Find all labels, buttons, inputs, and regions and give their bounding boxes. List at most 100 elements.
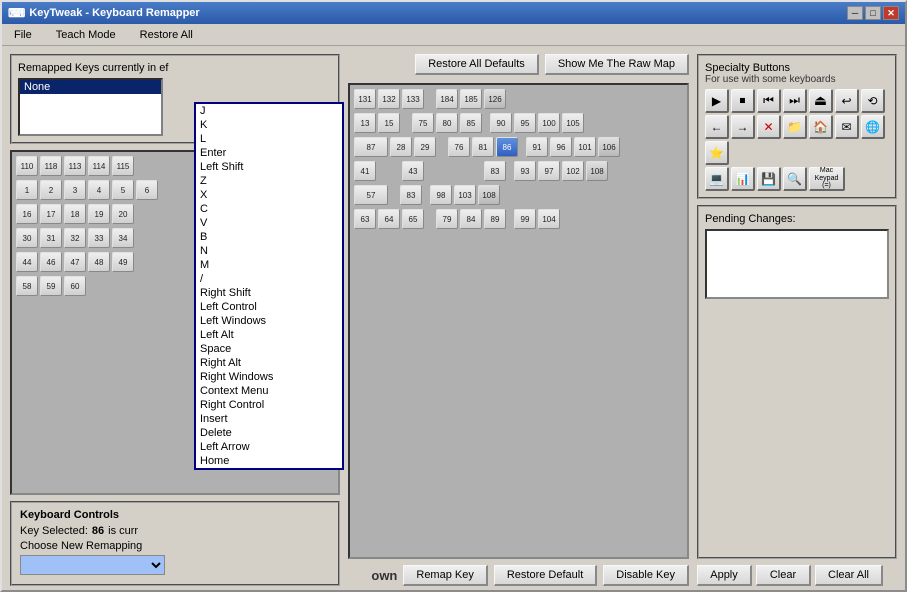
restore-all-defaults-button[interactable]: Restore All Defaults xyxy=(415,54,539,75)
key-81[interactable]: 81 xyxy=(472,137,494,157)
key-46[interactable]: 46 xyxy=(40,252,62,272)
dropdown-item-j[interactable]: J xyxy=(196,104,342,118)
key-15[interactable]: 15 xyxy=(378,113,400,133)
specialty-icon-right[interactable]: → xyxy=(731,115,755,139)
dropdown-item-k[interactable]: K xyxy=(196,118,342,132)
specialty-icon-left[interactable]: ← xyxy=(705,115,729,139)
apply-button[interactable]: Apply xyxy=(697,565,752,586)
show-raw-map-button[interactable]: Show Me The Raw Map xyxy=(545,54,689,75)
clear-button[interactable]: Clear xyxy=(756,565,811,586)
specialty-icon-fav[interactable]: ⭐ xyxy=(705,141,729,165)
key-90[interactable]: 90 xyxy=(490,113,512,133)
dropdown-item-n[interactable]: N xyxy=(196,244,342,258)
key-79[interactable]: 79 xyxy=(436,209,458,229)
key-43[interactable]: 43 xyxy=(402,161,424,181)
key-58[interactable]: 58 xyxy=(16,276,38,296)
key-83b[interactable]: 83 xyxy=(400,185,422,205)
key-115[interactable]: 115 xyxy=(112,156,134,176)
key-106[interactable]: 106 xyxy=(598,137,620,157)
dropdown-item-context-menu[interactable]: Context Menu xyxy=(196,384,342,398)
key-18[interactable]: 18 xyxy=(64,204,86,224)
dropdown-item-m[interactable]: M xyxy=(196,258,342,272)
key-2[interactable]: 2 xyxy=(40,180,62,200)
key-49[interactable]: 49 xyxy=(112,252,134,272)
key-19[interactable]: 19 xyxy=(88,204,110,224)
restore-default-button[interactable]: Restore Default xyxy=(494,565,597,586)
key-101[interactable]: 101 xyxy=(574,137,596,157)
key-5[interactable]: 5 xyxy=(112,180,134,200)
specialty-icon-mail[interactable]: ✉ xyxy=(835,115,859,139)
key-17[interactable]: 17 xyxy=(40,204,62,224)
key-4[interactable]: 4 xyxy=(88,180,110,200)
specialty-icon-folder[interactable]: 📁 xyxy=(783,115,807,139)
disable-key-button[interactable]: Disable Key xyxy=(603,565,689,586)
remapped-keys-listbox[interactable]: None xyxy=(18,78,163,136)
key-118[interactable]: 118 xyxy=(40,156,62,176)
key-114[interactable]: 114 xyxy=(88,156,110,176)
key-85[interactable]: 85 xyxy=(460,113,482,133)
key-75[interactable]: 75 xyxy=(412,113,434,133)
dropdown-item-b[interactable]: B xyxy=(196,230,342,244)
key-6[interactable]: 6 xyxy=(136,180,158,200)
key-80[interactable]: 80 xyxy=(436,113,458,133)
specialty-icon-home[interactable]: 🏠 xyxy=(809,115,833,139)
choose-remapping-select[interactable] xyxy=(20,555,165,575)
key-102[interactable]: 102 xyxy=(562,161,584,181)
key-30[interactable]: 30 xyxy=(16,228,38,248)
dropdown-item-left-shift[interactable]: Left Shift xyxy=(196,160,342,174)
menu-teach-mode[interactable]: Teach Mode xyxy=(48,27,124,43)
key-48[interactable]: 48 xyxy=(88,252,110,272)
key-47[interactable]: 47 xyxy=(64,252,86,272)
key-13[interactable]: 13 xyxy=(354,113,376,133)
dropdown-item-left-alt[interactable]: Left Alt xyxy=(196,328,342,342)
dropdown-item-left-arrow[interactable]: Left Arrow xyxy=(196,440,342,454)
key-33[interactable]: 33 xyxy=(88,228,110,248)
clear-all-button[interactable]: Clear All xyxy=(815,565,883,586)
key-76[interactable]: 76 xyxy=(448,137,470,157)
dropdown-item-insert[interactable]: Insert xyxy=(196,412,342,426)
specialty-icon-stop[interactable]: ⏹ xyxy=(731,89,755,113)
key-108b[interactable]: 108 xyxy=(478,185,500,205)
key-86[interactable]: 86 xyxy=(496,137,518,157)
specialty-icon-play[interactable]: ▶ xyxy=(705,89,729,113)
key-65[interactable]: 65 xyxy=(402,209,424,229)
remapped-key-item-none[interactable]: None xyxy=(20,80,161,94)
dropdown-item-right-alt[interactable]: Right Alt xyxy=(196,356,342,370)
close-button[interactable]: ✕ xyxy=(883,6,899,20)
key-34[interactable]: 34 xyxy=(112,228,134,248)
key-64[interactable]: 64 xyxy=(378,209,400,229)
key-20[interactable]: 20 xyxy=(112,204,134,224)
key-131[interactable]: 131 xyxy=(354,89,376,109)
specialty-icon-refresh[interactable]: ⟲ xyxy=(861,89,885,113)
remap-key-button[interactable]: Remap Key xyxy=(403,565,487,586)
key-97[interactable]: 97 xyxy=(538,161,560,181)
key-95[interactable]: 95 xyxy=(514,113,536,133)
key-133[interactable]: 133 xyxy=(402,89,424,109)
key-105[interactable]: 105 xyxy=(562,113,584,133)
dropdown-item-home[interactable]: Home xyxy=(196,454,342,468)
key-59[interactable]: 59 xyxy=(40,276,62,296)
dropdown-list[interactable]: J K L Enter Left Shift Z X C V B N M / R… xyxy=(196,104,342,468)
key-16[interactable]: 16 xyxy=(16,204,38,224)
menu-file[interactable]: File xyxy=(6,27,40,43)
dropdown-item-l[interactable]: L xyxy=(196,132,342,146)
key-29[interactable]: 29 xyxy=(414,137,436,157)
specialty-icon-back[interactable]: ↩ xyxy=(835,89,859,113)
specialty-icon-pc[interactable]: 💻 xyxy=(705,167,729,191)
key-87[interactable]: 87 xyxy=(354,137,388,157)
key-104[interactable]: 104 xyxy=(538,209,560,229)
key-57[interactable]: 57 xyxy=(354,185,388,205)
key-100[interactable]: 100 xyxy=(538,113,560,133)
dropdown-item-enter[interactable]: Enter xyxy=(196,146,342,160)
specialty-icon-close[interactable]: ✕ xyxy=(757,115,781,139)
key-108[interactable]: 108 xyxy=(586,161,608,181)
key-103[interactable]: 103 xyxy=(454,185,476,205)
minimize-button[interactable]: ─ xyxy=(847,6,863,20)
specialty-icon-chart[interactable]: 📊 xyxy=(731,167,755,191)
key-31[interactable]: 31 xyxy=(40,228,62,248)
key-93[interactable]: 93 xyxy=(514,161,536,181)
key-184[interactable]: 184 xyxy=(436,89,458,109)
dropdown-item-right-windows[interactable]: Right Windows xyxy=(196,370,342,384)
key-41[interactable]: 41 xyxy=(354,161,376,181)
dropdown-item-left-windows[interactable]: Left Windows xyxy=(196,314,342,328)
